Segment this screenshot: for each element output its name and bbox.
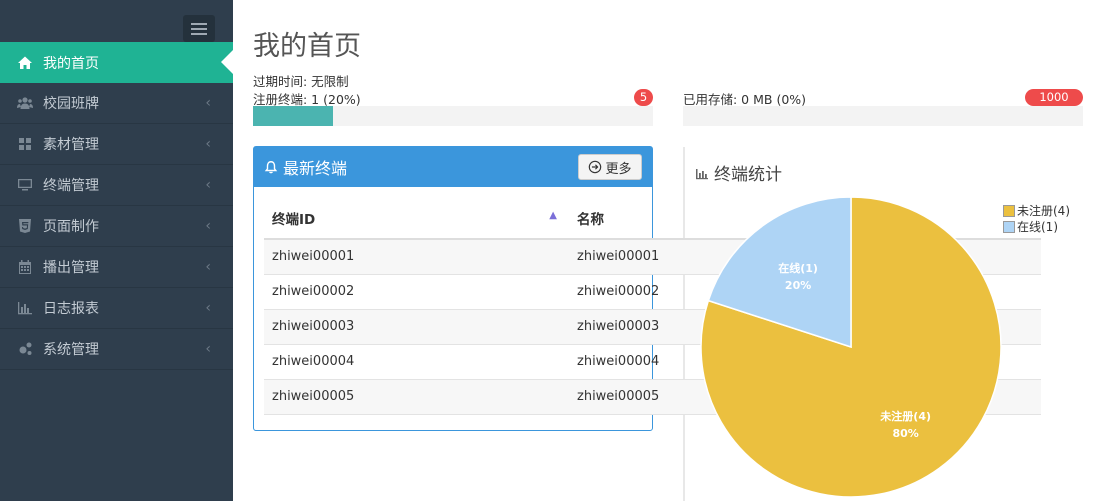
page-title: 我的首页 [253, 31, 361, 62]
terminal-stats-pie-chart: 未注册(4) 80% 在线(1) 20% [700, 196, 1002, 498]
pie-slice-percent: 80% [892, 427, 918, 440]
legend-label: 未注册(4) [1017, 204, 1070, 218]
sort-asc-icon[interactable]: ▲ [549, 210, 557, 221]
sidebar-menu: 我的首页校园班牌 ‹ 素材管理 ‹ 终端管理 ‹ 页面制作 ‹ 播出管理 ‹ 日志报表 ‹ 系统管理 ‹ [0, 42, 233, 370]
expire-text: 过期时间: 无限制 [253, 74, 349, 89]
more-button-label: 更多 [605, 161, 632, 177]
sidebar-item-6[interactable]: 日志报表 ‹ [0, 288, 233, 329]
registered-progress-bar [253, 106, 653, 126]
chevron-left-icon: ‹ [205, 218, 211, 234]
pie-slice-percent: 20% [785, 279, 811, 292]
sidebar-item-label: 终端管理 [43, 178, 99, 194]
bell-icon [264, 161, 278, 174]
sidebar-item-3[interactable]: 终端管理 ‹ [0, 165, 233, 206]
cell-terminal-id: zhiwei00002 [264, 274, 569, 310]
sidebar-item-label: 页面制作 [43, 219, 99, 235]
sidebar-item-label: 我的首页 [43, 55, 99, 72]
column-header-terminal-id[interactable]: 终端ID ▲ [264, 198, 569, 240]
sidebar-item-label: 素材管理 [43, 137, 99, 153]
cell-terminal-id: zhiwei00005 [264, 379, 569, 415]
chevron-left-icon: ‹ [205, 259, 211, 275]
sidebar-item-label: 系统管理 [43, 342, 99, 358]
sidebar-item-label: 校园班牌 [43, 96, 99, 112]
registered-badge: 5 [634, 89, 653, 106]
cell-terminal-id: zhiwei00003 [264, 309, 569, 345]
sidebar-item-label: 日志报表 [43, 301, 99, 317]
grid-icon [16, 136, 34, 152]
legend-swatch [1003, 205, 1015, 217]
column-header-label: 终端ID [272, 212, 316, 228]
sidebar-item-5[interactable]: 播出管理 ‹ [0, 247, 233, 288]
pie-slice-label: 在线(1) [778, 261, 818, 275]
sidebar-item-0[interactable]: 我的首页 [0, 42, 233, 83]
storage-badge: 1000 MB [1025, 89, 1083, 121]
legend-swatch [1003, 221, 1015, 233]
sidebar-toggle-button[interactable] [183, 15, 215, 42]
chevron-left-icon: ‹ [205, 177, 211, 193]
chevron-left-icon: ‹ [205, 136, 211, 152]
panel-title: 最新终端 [283, 159, 348, 178]
cell-terminal-id: zhiwei00004 [264, 344, 569, 380]
calendar-icon [16, 259, 34, 275]
home-icon [16, 55, 34, 71]
cell-terminal-id: zhiwei00001 [264, 239, 569, 275]
html5-icon [16, 218, 34, 234]
sidebar-item-7[interactable]: 系统管理 ‹ [0, 329, 233, 370]
chart-title: 终端统计 [695, 160, 782, 185]
chart-title-text: 终端统计 [714, 165, 782, 185]
bar-chart-icon [696, 168, 708, 179]
chart-legend: 未注册(4) 在线(1) [1003, 203, 1070, 235]
users-icon [16, 95, 34, 111]
registered-progress-fill [253, 106, 333, 126]
bar-chart-icon [16, 300, 34, 316]
sidebar-item-2[interactable]: 素材管理 ‹ [0, 124, 233, 165]
sidebar-item-label: 播出管理 [43, 260, 99, 276]
storage-progress-bar [683, 106, 1083, 126]
legend-item-1[interactable]: 在线(1) [1003, 219, 1070, 235]
sidebar: 我的首页校园班牌 ‹ 素材管理 ‹ 终端管理 ‹ 页面制作 ‹ 播出管理 ‹ 日志报表 ‹ 系统管理 ‹ [0, 0, 233, 501]
pie-slice-label: 未注册(4) [879, 409, 931, 423]
arrow-circle-right-icon [589, 160, 602, 174]
legend-label: 在线(1) [1017, 220, 1058, 234]
chevron-left-icon: ‹ [205, 95, 211, 111]
legend-item-0[interactable]: 未注册(4) [1003, 203, 1070, 219]
more-button[interactable]: 更多 [578, 154, 642, 180]
gears-icon [16, 341, 34, 357]
panel-header: 最新终端 更多 [254, 147, 652, 187]
sidebar-item-4[interactable]: 页面制作 ‹ [0, 206, 233, 247]
sidebar-item-1[interactable]: 校园班牌 ‹ [0, 83, 233, 124]
monitor-icon [16, 177, 34, 193]
chevron-left-icon: ‹ [205, 300, 211, 316]
chevron-left-icon: ‹ [205, 341, 211, 357]
